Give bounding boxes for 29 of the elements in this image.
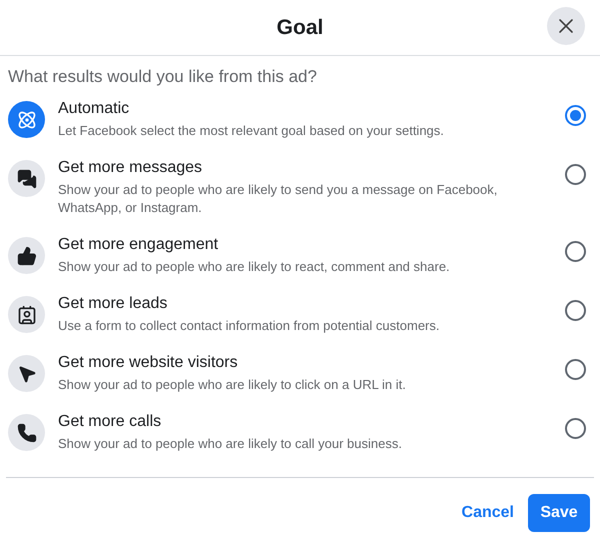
radio-button[interactable]: [565, 418, 586, 439]
option-description: Show your ad to people who are likely to call your business.: [58, 435, 403, 453]
close-button[interactable]: [547, 7, 585, 45]
option-description: Let Facebook select the most relevant goal based on your settings.: [58, 122, 445, 140]
radio-button[interactable]: [565, 164, 586, 185]
option-description: Show your ad to people who are likely to click on a URL in it.: [58, 376, 407, 394]
contact-card-icon: [8, 296, 45, 333]
phone-icon: [8, 414, 45, 451]
option-description: Show your ad to people who are likely to react, comment and share.: [58, 258, 451, 276]
option-description: Use a form to collect contact information from potential customers.: [58, 317, 440, 335]
chat-bubbles-icon: [8, 160, 45, 197]
option-title: Get more engagement: [58, 235, 220, 255]
option-title: Get more messages: [58, 158, 204, 178]
option-description: Show your ad to people who are likely to send you a message on Facebook, WhatsApp, or Instagram.: [58, 181, 498, 217]
radio-button[interactable]: [565, 105, 586, 126]
option-title: Get more leads: [58, 294, 168, 314]
atom-icon: [8, 101, 45, 138]
question-text: What results would you like from this ad?: [7, 66, 318, 88]
option-title: Get more calls: [58, 412, 162, 432]
radio-button[interactable]: [565, 241, 586, 262]
radio-button[interactable]: [565, 300, 586, 321]
dialog-title: Goal: [276, 16, 324, 40]
cursor-icon: [8, 355, 45, 392]
option-title: Automatic: [58, 99, 130, 119]
thumbs-up-icon: [8, 237, 45, 274]
radio-button[interactable]: [565, 359, 586, 380]
save-button[interactable]: Save: [528, 494, 590, 532]
option-title: Get more website visitors: [58, 353, 239, 373]
cancel-button[interactable]: Cancel: [462, 504, 514, 522]
